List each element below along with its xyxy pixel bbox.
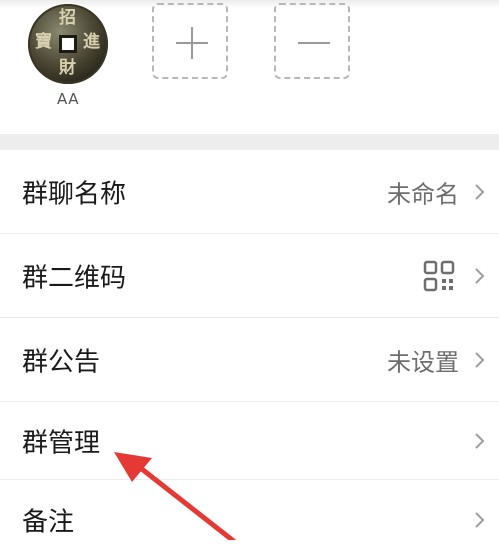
coin-hole (59, 35, 77, 53)
member-name: AA (57, 90, 79, 108)
setting-row-group-qr[interactable]: 群二维码 (0, 234, 499, 318)
avatar-char-top: 招 (59, 8, 76, 28)
setting-label: 备注 (22, 507, 75, 538)
avatar-char-bottom: 財 (59, 58, 76, 78)
section-separator (0, 134, 499, 150)
setting-label: 群公告 (22, 347, 101, 377)
setting-label: 群聊名称 (22, 179, 127, 209)
setting-label: 群管理 (22, 428, 101, 458)
chevron-right-icon (475, 432, 485, 449)
chevron-right-icon (475, 267, 485, 284)
member-item[interactable]: 招 進 財 寶 AA (24, 4, 112, 108)
setting-row-group-management[interactable]: 群管理 (0, 402, 499, 480)
setting-value: 未设置 (387, 348, 459, 376)
add-member-button[interactable] (152, 3, 228, 79)
setting-row-remark[interactable]: 备注 (0, 480, 499, 560)
setting-row-group-name[interactable]: 群聊名称 未命名 (0, 150, 499, 234)
setting-label: 群二维码 (22, 263, 127, 293)
setting-value: 未命名 (387, 180, 459, 208)
remove-member-button[interactable] (274, 3, 350, 79)
qr-code-icon (423, 260, 455, 291)
settings-list: 群聊名称 未命名 群二维码 群公告 未设置 群管理 备注 (0, 150, 499, 560)
chevron-right-icon (475, 351, 485, 368)
avatar-char-right: 進 (83, 32, 100, 52)
member-avatar[interactable]: 招 進 財 寶 (28, 4, 108, 84)
avatar-char-left: 寶 (35, 32, 52, 52)
chevron-right-icon (475, 512, 485, 528)
setting-row-announcement[interactable]: 群公告 未设置 (0, 318, 499, 402)
chevron-right-icon (475, 183, 485, 200)
member-grid: 招 進 財 寶 AA (0, 0, 499, 128)
